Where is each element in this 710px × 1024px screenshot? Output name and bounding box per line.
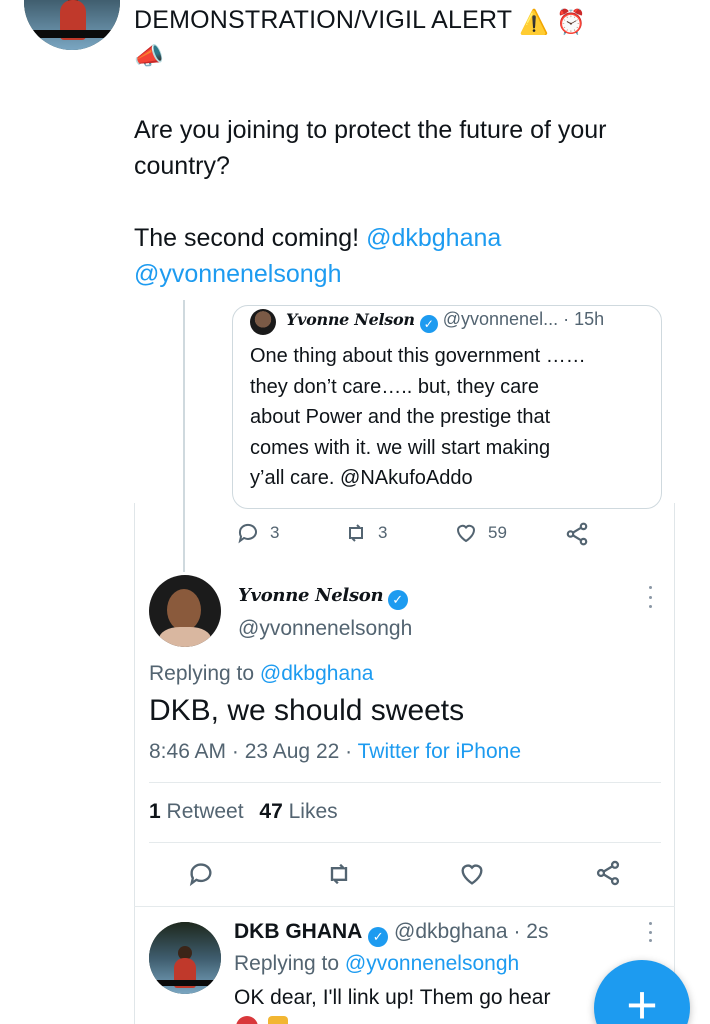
reply-icon	[189, 863, 212, 887]
reply-button[interactable]	[187, 860, 215, 893]
post-paragraph-2-text: The second coming!	[134, 224, 360, 252]
post-paragraph-2: The second coming! @dkbghana @yvonnenels…	[134, 220, 674, 292]
quoted-like-button[interactable]: 59	[454, 521, 507, 545]
main-display-name[interactable]: Yvonne Nelson	[238, 585, 384, 606]
quoted-like-count: 59	[488, 523, 507, 542]
main-name-row: Yvonne Nelson ✓	[238, 585, 408, 610]
heart-icon	[456, 524, 476, 543]
mention-dkbghana-link[interactable]: @dkbghana	[366, 224, 501, 252]
share-button[interactable]	[594, 859, 622, 892]
retweet-icon	[349, 524, 363, 542]
reply-icon	[238, 523, 257, 544]
quoted-share-button[interactable]	[564, 521, 590, 552]
source-link[interactable]: Twitter for iPhone	[358, 740, 521, 763]
reply-handle[interactable]: @dkbghana	[394, 920, 508, 943]
yvonne-avatar[interactable]	[149, 575, 221, 647]
more-options-icon[interactable]	[644, 586, 656, 608]
divider	[149, 842, 661, 843]
alert-headline-text: DEMONSTRATION/VIGIL ALERT	[134, 6, 512, 34]
quoted-text-line: One thing about this government ……	[250, 345, 586, 367]
main-replying-to: Replying to @dkbghana	[149, 662, 373, 686]
main-meta: 8:46 AM · 23 Aug 22 · Twitter for iPhone	[149, 740, 521, 764]
retweet-count[interactable]: 1	[149, 800, 161, 823]
alert-headline: DEMONSTRATION/VIGIL ALERT ⚠️ ⏰	[134, 6, 586, 37]
retweet-icon	[330, 863, 348, 885]
quoted-reply-count: 3	[270, 523, 280, 542]
divider	[134, 906, 675, 907]
quoted-retweet-button[interactable]: 3	[344, 521, 387, 545]
mention-yvonnenelsongh-link[interactable]: @yvonnenelsongh	[134, 260, 341, 288]
verified-badge-icon: ✓	[387, 590, 408, 610]
quoted-reply-button[interactable]: 3	[236, 521, 279, 545]
retweet-label[interactable]: Retweet	[167, 800, 244, 823]
quoted-header: Yvonne Nelson ✓ @yvonnenel... · 15h	[286, 309, 604, 333]
reply-replying-to: Replying to @yvonnenelsongh	[234, 952, 519, 976]
replying-to-link[interactable]: @yvonnenelsongh	[345, 952, 519, 975]
thread-connector-line	[183, 300, 185, 572]
quoted-text-line: y’all care. @NAkufoAddo	[250, 467, 473, 489]
verified-badge-icon: ✓	[368, 927, 389, 947]
quoted-time: · 15h	[563, 309, 605, 329]
post-paragraph-1: Are you joining to protect the future of…	[134, 116, 607, 180]
quoted-avatar[interactable]	[250, 309, 276, 335]
quoted-retweet-count: 3	[378, 523, 388, 542]
reply-time: · 2s	[513, 920, 549, 943]
reply-header: DKB GHANA ✓ @dkbghana · 2s	[234, 920, 548, 947]
replying-prefix: Replying to	[149, 662, 255, 685]
verified-badge-icon: ✓	[419, 315, 438, 333]
quoted-text: One thing about this government …… they …	[250, 341, 650, 494]
quoted-display-name[interactable]: Yvonne Nelson	[286, 310, 415, 329]
share-icon	[566, 522, 588, 546]
main-tweet-text: DKB, we should sweets	[149, 694, 465, 727]
quoted-text-line: they don’t care….. but, they care	[250, 375, 540, 398]
main-timestamp: 8:46 AM · 23 Aug 22 ·	[149, 740, 353, 763]
main-handle[interactable]: @yvonnenelsongh	[238, 617, 412, 641]
dkb-avatar-top[interactable]	[24, 0, 120, 50]
replying-to-link[interactable]: @dkbghana	[260, 662, 374, 685]
dkb-avatar[interactable]	[149, 922, 221, 994]
engagement-row: 1 Retweet 47 Likes	[149, 800, 338, 824]
like-count[interactable]: 47	[259, 800, 282, 823]
quoted-handle: @yvonnenel...	[442, 309, 559, 329]
reply-emoji-icon	[268, 1016, 288, 1024]
reply-text: OK dear, I'll link up! Them go hear	[234, 986, 551, 1009]
reply-display-name[interactable]: DKB GHANA	[234, 920, 362, 943]
quoted-text-line: comes with it. we will start making	[250, 436, 551, 459]
like-label[interactable]: Likes	[289, 800, 338, 823]
alarm-clock-icon: ⏰	[556, 9, 587, 36]
replying-prefix: Replying to	[234, 952, 340, 975]
divider	[149, 782, 661, 783]
retweet-button[interactable]	[325, 860, 353, 893]
share-icon	[596, 860, 620, 886]
warning-icon: ⚠️	[518, 9, 550, 36]
heart-icon	[461, 864, 483, 885]
like-button[interactable]	[458, 860, 486, 893]
megaphone-icon: 📣	[134, 43, 164, 70]
quoted-text-line: about Power and the prestige that	[250, 406, 551, 428]
more-options-icon[interactable]	[644, 922, 656, 942]
